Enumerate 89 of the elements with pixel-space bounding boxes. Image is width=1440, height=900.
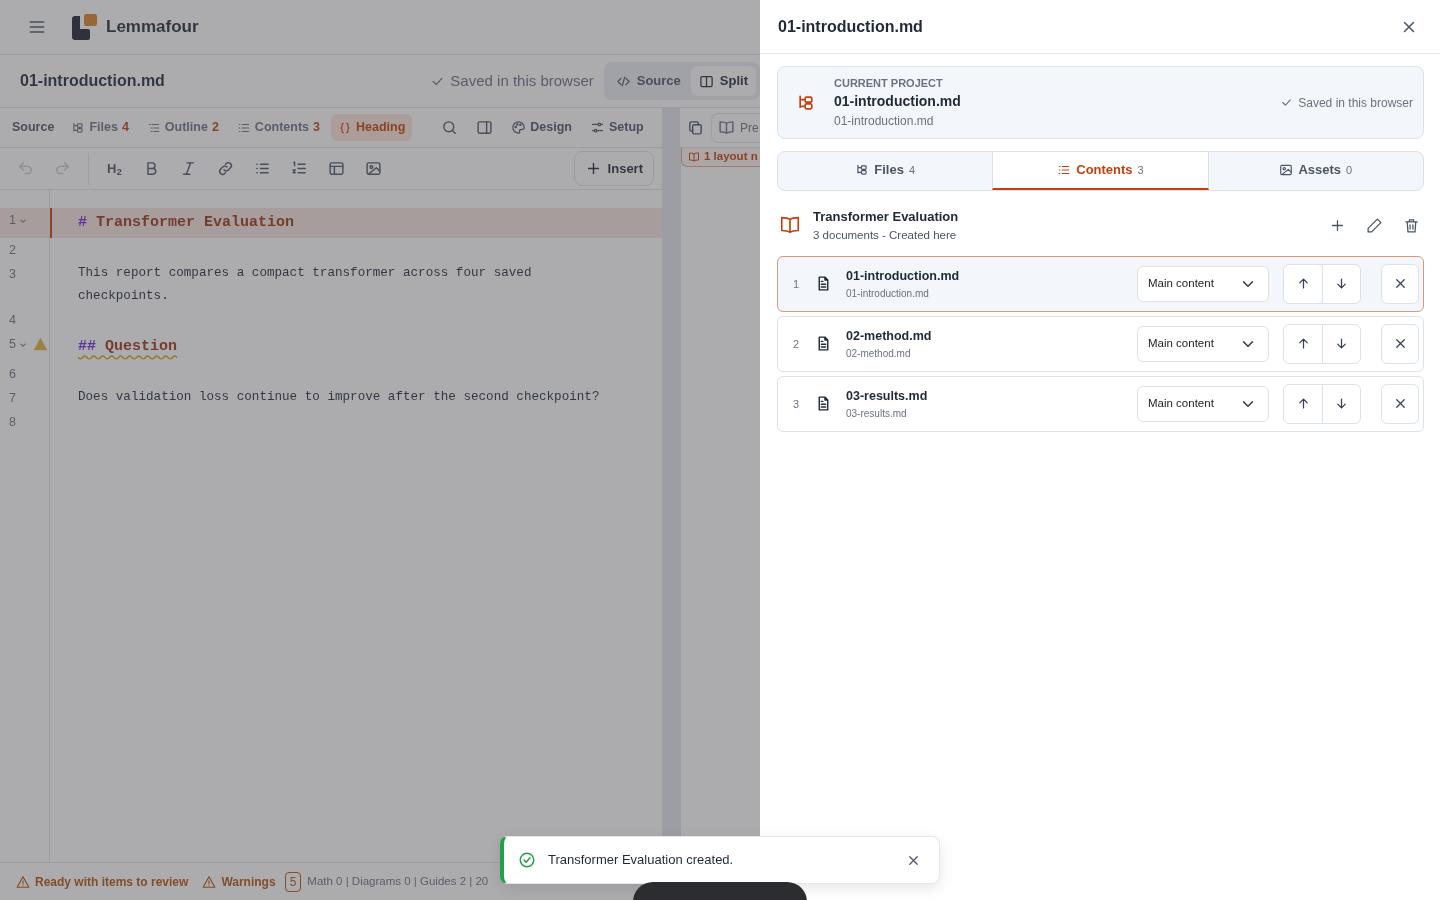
drawer-tab[interactable]: Assets 0: [1208, 152, 1423, 190]
link-icon: [216, 160, 234, 177]
braces-icon: [338, 120, 352, 135]
brand-name: Lemmafour: [106, 16, 199, 39]
image-icon: [1279, 163, 1294, 177]
columns-icon: [698, 73, 714, 89]
drawer-title: 01-introduction.md: [778, 16, 924, 37]
role-select[interactable]: Main content: [1137, 325, 1269, 362]
drawer-tab[interactable]: Files 4: [778, 152, 993, 190]
toast-message: Transformer Evaluation created.: [548, 851, 735, 870]
document-row[interactable]: 3 03-results.md 03-results.md Main content: [777, 375, 1424, 432]
pencil-icon: [1366, 216, 1383, 234]
table-icon: [327, 160, 345, 177]
status-stats: Math 0 | Diagrams 0 | Guides 2 | 20: [307, 873, 489, 889]
sliders-icon: [590, 120, 605, 135]
document-title: 03-results.md: [846, 387, 928, 405]
copy-icon: [687, 119, 704, 136]
file-tree-icon: [855, 163, 870, 177]
trash-icon: [1403, 216, 1420, 234]
sidebar-icon: [476, 119, 494, 136]
palette-icon: [511, 120, 527, 135]
panel-label: Source: [12, 119, 55, 137]
drawer-tab[interactable]: Contents 3: [992, 152, 1209, 190]
line-number: 2: [9, 242, 16, 259]
heading-button[interactable]: H$_{2}$: [99, 154, 130, 183]
toolbar-button[interactable]: Design: [504, 114, 579, 141]
code-line: # Transformer Evaluation: [78, 213, 295, 233]
toolbar-button[interactable]: Setup: [583, 114, 651, 141]
status-message: Ready with items to review: [16, 872, 189, 891]
arrow-down-icon: [1334, 336, 1349, 352]
remove-button[interactable]: [1381, 323, 1419, 364]
remove-button[interactable]: [1381, 383, 1419, 424]
collection-meta: 3 documents - Created here: [813, 227, 958, 243]
line-number: 1: [9, 212, 16, 229]
code-line: ## Question: [78, 337, 178, 357]
row-index: 3: [793, 396, 801, 412]
book-icon: [688, 150, 700, 163]
collection-title: Transformer Evaluation: [813, 208, 959, 226]
document-path: 02-method.md: [846, 346, 912, 361]
preview-button[interactable]: Pre: [711, 112, 760, 143]
panel-tab[interactable]: Contents 3: [229, 114, 327, 141]
undo-icon: [17, 160, 34, 177]
role-select[interactable]: Main content: [1137, 265, 1269, 302]
redo-icon: [54, 160, 71, 177]
document-title: 01-introduction.md: [20, 71, 166, 91]
layout-warning-badge: 1 layout n: [681, 148, 760, 168]
line-number: 6: [9, 366, 16, 383]
insert-button[interactable]: Insert: [573, 150, 654, 187]
search-icon: [441, 119, 459, 136]
row-index: 1: [793, 276, 801, 292]
project-path: 01-introduction.md: [834, 113, 935, 131]
panel-tab[interactable]: Outline 2: [139, 114, 226, 141]
backdrop[interactable]: [0, 0, 760, 900]
code-line: This report compares a compact transformer across four saved checkpoints.: [78, 265, 533, 305]
remove-button[interactable]: [1381, 263, 1419, 304]
project-caption: CURRENT PROJECT: [834, 75, 944, 91]
document-row[interactable]: 1 01-introduction.md 01-introduction.md Main content: [777, 255, 1424, 312]
line-number: 4: [9, 312, 16, 329]
row-index: 2: [793, 336, 801, 352]
panel-tab[interactable]: Files 4: [64, 114, 136, 141]
warnings-button[interactable]: Warnings 5: [202, 871, 302, 892]
code-line: Does validation loss continue to improve after the second checkpoint?: [78, 389, 600, 406]
arrow-down-icon: [1334, 396, 1349, 412]
panel-tab[interactable]: Heading: [331, 114, 413, 141]
warning-icon: [16, 874, 30, 889]
book-icon: [718, 119, 735, 136]
document-title: 02-method.md: [846, 327, 932, 345]
line-number: 8: [9, 414, 16, 431]
warning-icon: [202, 874, 217, 889]
line-number: 7: [9, 390, 16, 407]
list-icon: [1057, 163, 1072, 177]
logo-icon: [70, 13, 98, 41]
view-mode-tab[interactable]: Source: [607, 66, 689, 96]
check-circle-icon: [518, 851, 536, 869]
save-status: Saved in this browser: [1280, 93, 1413, 112]
line-number: 3: [9, 266, 16, 283]
file-tree-icon: [71, 120, 86, 135]
arrow-down-icon: [1334, 276, 1349, 292]
document-path: 01-introduction.md: [846, 286, 930, 301]
image-icon: [364, 160, 382, 177]
check-icon: [1280, 96, 1294, 109]
document-path: 03-results.md: [846, 406, 908, 421]
role-select[interactable]: Main content: [1137, 385, 1269, 422]
document-row[interactable]: 2 02-method.md 02-method.md Main content: [777, 315, 1424, 372]
view-mode-tab[interactable]: Split: [690, 66, 756, 96]
line-number: 5: [9, 336, 16, 353]
save-status: Saved in this browser: [430, 69, 594, 93]
project-name: 01-introduction.md: [834, 92, 961, 112]
document-title: 01-introduction.md: [846, 267, 960, 285]
